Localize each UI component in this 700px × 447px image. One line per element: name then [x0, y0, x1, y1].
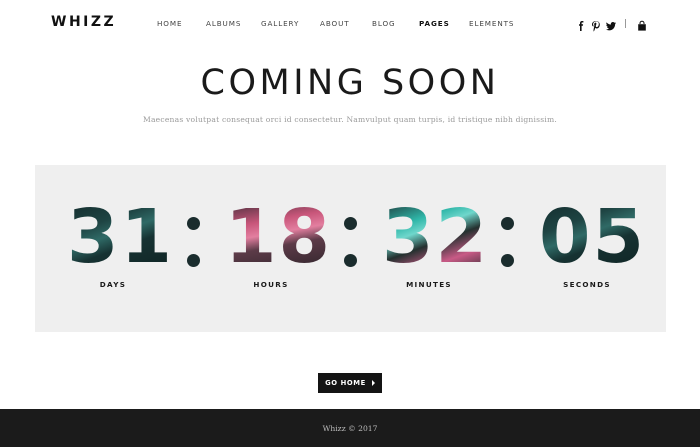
- countdown-labels: DAYS HOURS MINUTES SECONDS: [35, 280, 666, 292]
- nav-item-blog[interactable]: BLOG: [372, 19, 396, 28]
- go-home-label: GO HOME: [325, 379, 366, 387]
- facebook-icon[interactable]: [575, 17, 587, 31]
- footer-copyright: Whizz © 2017: [322, 424, 378, 433]
- shopping-bag-icon[interactable]: [636, 17, 648, 31]
- arrow-right-icon: [371, 380, 375, 386]
- social-links: [572, 17, 648, 32]
- countdown-hours-label: HOURS: [253, 280, 289, 289]
- page-title: COMING SOON: [200, 63, 500, 103]
- twitter-icon[interactable]: [605, 17, 617, 31]
- nav-item-gallery[interactable]: GALLERY: [261, 19, 299, 28]
- nav-item-about[interactable]: ABOUT: [320, 19, 350, 28]
- countdown-minutes-value: 32: [382, 194, 489, 280]
- countdown-separator: [501, 213, 515, 269]
- countdown-panel: 31 18 32 05 DAYS HOURS MINUTES SECONDS: [35, 165, 666, 332]
- countdown-days-value: 31: [67, 194, 174, 280]
- nav-item-albums[interactable]: ALBUMS: [206, 19, 241, 28]
- go-home-button[interactable]: GO HOME: [318, 373, 382, 393]
- social-divider: [625, 18, 626, 28]
- pinterest-icon[interactable]: [590, 17, 602, 32]
- countdown-hours-value: 18: [225, 194, 332, 280]
- page-subtitle: Maecenas volutpat consequat orci id cons…: [142, 115, 557, 124]
- countdown-minutes-label: MINUTES: [406, 280, 452, 289]
- site-header: WHIZZ HOME ALBUMS GALLERY ABOUT BLOG PAG…: [0, 0, 700, 46]
- site-footer: Whizz © 2017: [0, 409, 700, 447]
- countdown-separator: [344, 213, 358, 269]
- countdown-seconds-value: 05: [539, 194, 646, 280]
- countdown-seconds-label: SECONDS: [563, 280, 611, 289]
- nav-item-elements[interactable]: ELEMENTS: [469, 19, 514, 28]
- countdown-digits: 31 18 32 05: [35, 194, 666, 280]
- countdown-days-label: DAYS: [99, 280, 127, 289]
- countdown-separator: [187, 213, 201, 269]
- nav-item-home[interactable]: HOME: [157, 19, 182, 28]
- nav-item-pages[interactable]: PAGES: [419, 19, 450, 28]
